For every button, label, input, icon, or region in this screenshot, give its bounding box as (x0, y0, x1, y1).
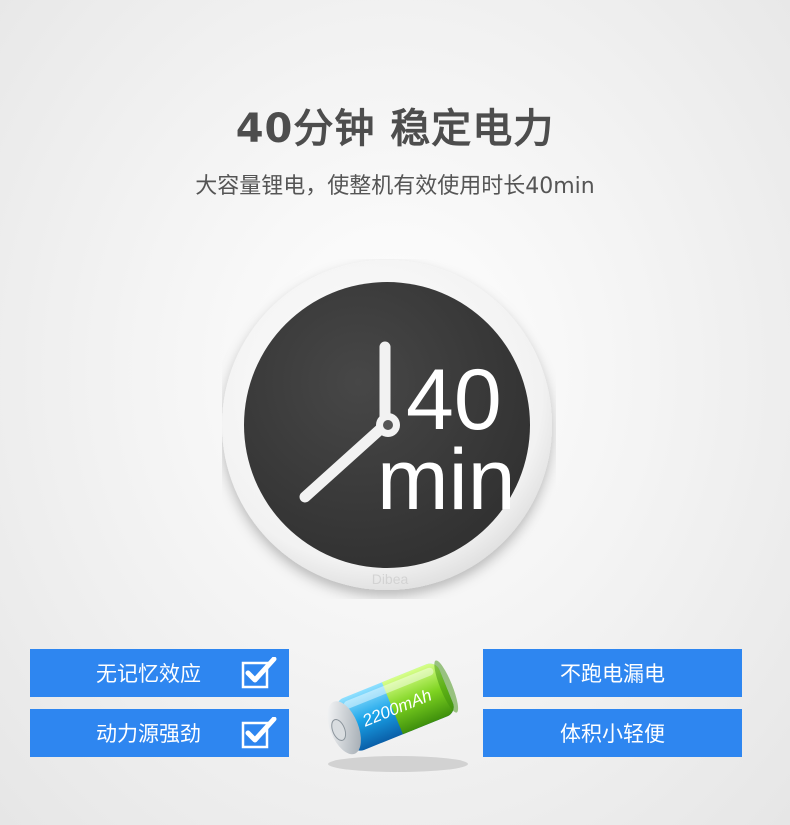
feature-label: 不跑电漏电 (560, 662, 665, 686)
feature-label: 体积小轻便 (560, 722, 665, 746)
clock-illustration: 40 min Dibea (222, 260, 552, 590)
checkbox-checked-icon (241, 657, 277, 689)
feature-no-leakage: 不跑电漏电 (483, 649, 742, 697)
checkbox-checked-icon (241, 717, 277, 749)
battery-icon: 2200mAh (327, 660, 468, 772)
clock-brand: Dibea (372, 571, 409, 587)
feature-label: 动力源强劲 (96, 722, 201, 746)
feature-label: 无记忆效应 (96, 662, 201, 686)
page-title: 40分钟 稳定电力 (235, 106, 555, 152)
feature-compact-light: 体积小轻便 (483, 709, 742, 757)
feature-no-memory-effect: 无记忆效应 (30, 649, 289, 697)
clock-unit: min (377, 432, 516, 528)
feature-strong-power: 动力源强劲 (30, 709, 289, 757)
page-subtitle: 大容量锂电，使整机有效使用时长40min (195, 174, 595, 199)
